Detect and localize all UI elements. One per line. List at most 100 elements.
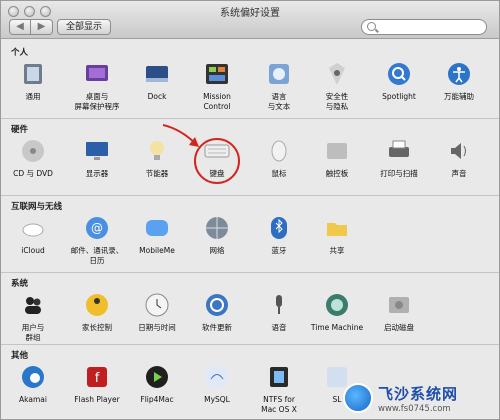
speech-icon	[265, 291, 293, 319]
pane-displays[interactable]: 显示器	[67, 137, 127, 179]
pane-mission-control[interactable]: Mission Control	[187, 60, 247, 112]
pane-label: Akamai	[19, 395, 47, 404]
section-separator	[1, 344, 499, 345]
pane-bluetooth[interactable]: 蓝牙	[249, 214, 309, 256]
section-label: 其他	[11, 351, 29, 361]
sharing-icon	[323, 214, 351, 242]
pane-parental-controls[interactable]: 家长控制	[67, 291, 127, 333]
pane-label: 鼠标	[271, 169, 287, 178]
mobileme-icon	[143, 214, 171, 242]
search-icon	[367, 22, 376, 31]
pane-general[interactable]: 通用	[3, 60, 63, 102]
time-machine-icon	[323, 291, 351, 319]
pane-label: 触控板	[325, 169, 349, 178]
flash-player-icon: f	[83, 363, 111, 391]
akamai-icon	[19, 363, 47, 391]
window-title: 系统偏好设置	[220, 8, 280, 19]
pane-mysql[interactable]: MySQL	[187, 363, 247, 405]
back-forward-control: ◀ ▶	[9, 19, 53, 35]
pane-label: 家长控制	[82, 323, 112, 332]
section-label: 互联网与无线	[11, 202, 63, 212]
pane-label: 软件更新	[202, 323, 232, 332]
watermark: 飞沙系统网 www.fs0745.com	[343, 381, 493, 415]
icloud-icon	[19, 214, 47, 242]
pane-label: 邮件、通讯录、 日历	[70, 246, 124, 265]
pane-time-machine[interactable]: Time Machine	[307, 291, 367, 333]
section-separator	[1, 118, 499, 119]
back-button[interactable]: ◀	[9, 19, 31, 35]
section-label: 系统	[11, 279, 29, 289]
pane-sharing[interactable]: 共享	[307, 214, 367, 256]
svg-text:f: f	[95, 371, 100, 386]
pane-label: 桌面与 屏幕保护程序	[74, 92, 120, 111]
pane-label: 启动磁盘	[384, 323, 414, 332]
pane-akamai[interactable]: Akamai	[3, 363, 63, 405]
pane-desktop-screensaver[interactable]: 桌面与 屏幕保护程序	[67, 60, 127, 112]
pane-speech[interactable]: 语音	[249, 291, 309, 333]
pane-users-groups[interactable]: 用户与 群组	[3, 291, 63, 343]
pane-trackpad[interactable]: 触控板	[307, 137, 367, 179]
pane-spotlight[interactable]: Spotlight	[369, 60, 429, 102]
pane-label: MobileMe	[139, 246, 175, 255]
pane-security-privacy[interactable]: 安全性 与隐私	[307, 60, 367, 112]
pane-label: 用户与 群组	[21, 323, 45, 342]
pane-label: NTFS for Mac OS X	[261, 395, 297, 414]
sound-icon	[445, 137, 473, 165]
print-scan-icon	[385, 137, 413, 165]
mission-control-icon	[203, 60, 231, 88]
search-input[interactable]	[361, 19, 487, 35]
pane-label: 蓝牙	[271, 246, 287, 255]
watermark-logo-icon	[343, 383, 373, 413]
show-all-button[interactable]: 全部显示	[57, 19, 112, 35]
section-label: 个人	[11, 48, 29, 58]
pane-startup-disk[interactable]: 启动磁盘	[369, 291, 429, 333]
security-privacy-icon	[323, 60, 351, 88]
pane-print-scan[interactable]: 打印与扫描	[369, 137, 429, 179]
cd-dvd-icon	[19, 137, 47, 165]
pane-label: 语言 与文本	[267, 92, 291, 111]
section-separator	[1, 272, 499, 273]
toolbar: 系统偏好设置 ◀ ▶ 全部显示	[1, 1, 499, 39]
pane-flip4mac[interactable]: Flip4Mac	[127, 363, 187, 405]
pane-sound[interactable]: 声音	[429, 137, 489, 179]
pane-universal-access[interactable]: 万能辅助	[429, 60, 489, 102]
pane-label: 日期与时间	[138, 323, 176, 332]
pane-software-update[interactable]: 软件更新	[187, 291, 247, 333]
pane-label: Time Machine	[310, 323, 364, 332]
pane-network[interactable]: 网络	[187, 214, 247, 256]
section-separator	[1, 195, 499, 196]
pane-cd-dvd[interactable]: CD 与 DVD	[3, 137, 63, 179]
language-text-icon	[265, 60, 293, 88]
watermark-title: 飞沙系统网	[378, 384, 459, 403]
pane-mobileme[interactable]: MobileMe	[127, 214, 187, 256]
pane-mail-contacts-calendars[interactable]: @ 邮件、通讯录、 日历	[67, 214, 127, 266]
general-icon	[19, 60, 47, 88]
universal-access-icon	[445, 60, 473, 88]
pane-flash-player[interactable]: f Flash Player	[67, 363, 127, 405]
pane-label: 节能器	[145, 169, 169, 178]
pane-mouse[interactable]: 鼠标	[249, 137, 309, 179]
pane-ntfs[interactable]: NTFS for Mac OS X	[249, 363, 309, 415]
mouse-icon	[265, 137, 293, 165]
annotation-arrow	[162, 124, 199, 147]
parental-controls-icon	[83, 291, 111, 319]
forward-button[interactable]: ▶	[31, 19, 53, 35]
trackpad-icon	[323, 137, 351, 165]
pane-label: Mission Control	[203, 92, 231, 111]
pane-date-time[interactable]: 日期与时间	[127, 291, 187, 333]
section-label: 硬件	[11, 125, 29, 135]
pane-label: MySQL	[204, 395, 230, 404]
pane-dock[interactable]: Dock	[127, 60, 187, 102]
svg-text:@: @	[91, 221, 103, 235]
dock-icon	[143, 60, 171, 88]
system-preferences-window: 系统偏好设置 ◀ ▶ 全部显示 个人通用 桌面与 屏幕保护程序 Dock Missio…	[0, 0, 500, 420]
pane-language-text[interactable]: 语言 与文本	[249, 60, 309, 112]
startup-disk-icon	[385, 291, 413, 319]
pane-label: 万能辅助	[444, 92, 474, 101]
ntfs-icon	[265, 363, 293, 391]
date-time-icon	[143, 291, 171, 319]
pane-label: 打印与扫描	[380, 169, 418, 178]
pane-label: 语音	[271, 323, 287, 332]
watermark-url: www.fs0745.com	[378, 403, 451, 414]
pane-icloud[interactable]: iCloud	[3, 214, 63, 256]
